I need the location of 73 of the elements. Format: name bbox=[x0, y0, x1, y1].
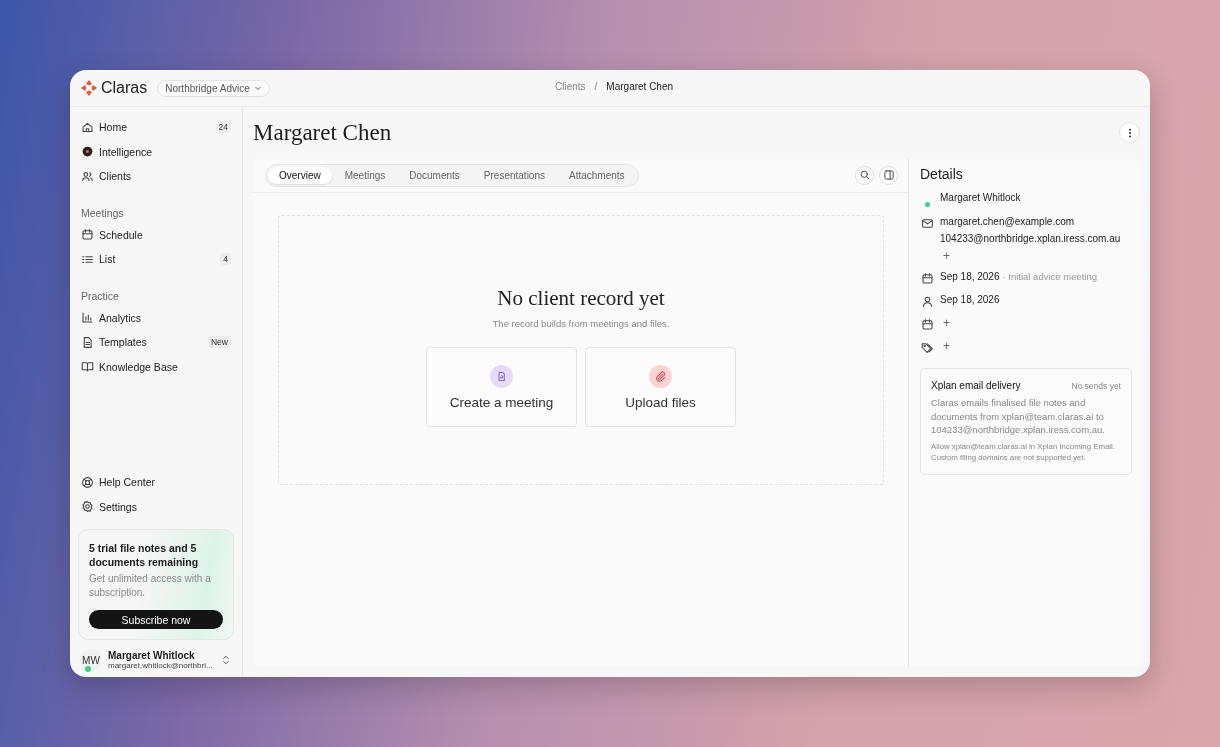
nav-item[interactable]: Settings bbox=[78, 494, 234, 519]
home-icon bbox=[81, 120, 94, 134]
tab[interactable]: Overview bbox=[268, 166, 332, 184]
delivery-text: Claras emails finalised file notes and documents from xplan@team.claras.ai to 104233@northbridge.xplan.iress.com.au. bbox=[931, 396, 1106, 437]
trial-title: 5 trial file notes and 5 documents remaining bbox=[89, 541, 200, 569]
person-icon bbox=[920, 295, 934, 308]
nav-item[interactable]: Analytics bbox=[78, 305, 234, 330]
trial-text: Get unlimited access with a subscription. bbox=[89, 572, 212, 600]
user-email: margaret.whitlock@northbri... bbox=[108, 661, 214, 670]
document-icon bbox=[81, 335, 94, 349]
nav-item[interactable]: Intelligence bbox=[78, 139, 234, 164]
tab[interactable]: Attachments bbox=[558, 166, 636, 184]
chevron-down-icon bbox=[253, 84, 262, 92]
nav-item[interactable]: Knowledge Base bbox=[78, 354, 234, 379]
action-card[interactable]: Create a meeting bbox=[426, 347, 577, 427]
bar-chart-icon bbox=[81, 311, 94, 325]
chevron-up-down-icon bbox=[220, 654, 232, 666]
action-card[interactable]: Upload files bbox=[585, 347, 736, 427]
meeting-date: Sep 18, 2026 bbox=[940, 271, 1000, 282]
add-button[interactable]: + bbox=[940, 340, 953, 352]
breadcrumb-separator: / bbox=[594, 81, 598, 92]
empty-title: No client record yet bbox=[497, 286, 665, 311]
contact-name: Margaret Whitlock bbox=[940, 192, 1021, 203]
delivery-title: Xplan email delivery bbox=[931, 380, 1021, 391]
lifebuoy-icon bbox=[81, 475, 94, 489]
nav-item[interactable]: Templates New bbox=[78, 330, 234, 355]
search-button[interactable] bbox=[855, 165, 874, 185]
people-icon bbox=[81, 169, 94, 183]
calendar-icon bbox=[920, 318, 934, 331]
user-menu[interactable]: MW Margaret Whitlock margaret.whitlock@northbri... bbox=[78, 649, 234, 671]
tab[interactable]: Presentations bbox=[472, 166, 556, 184]
paperclip-icon bbox=[654, 369, 667, 383]
section-heading: Meetings bbox=[80, 205, 125, 221]
tab[interactable]: Meetings bbox=[333, 166, 397, 184]
subscribe-button[interactable]: Subscribe now bbox=[89, 610, 223, 629]
empty-subtitle: The record builds from meetings and files. bbox=[492, 318, 670, 329]
add-button[interactable]: + bbox=[940, 250, 953, 262]
section-heading: Practice bbox=[80, 288, 120, 304]
page-title: Margaret Chen bbox=[253, 119, 392, 146]
avatar: MW bbox=[80, 649, 102, 671]
workspace-selector[interactable]: Northbridge Advice bbox=[157, 79, 270, 97]
tag-icon bbox=[920, 341, 934, 354]
nav-item[interactable]: Help Center bbox=[78, 470, 234, 495]
mail-icon bbox=[920, 217, 934, 230]
panel-toggle-button[interactable] bbox=[879, 165, 898, 185]
add-button[interactable]: + bbox=[940, 317, 953, 329]
breadcrumb-item[interactable]: Margaret Chen bbox=[606, 81, 674, 92]
tab[interactable]: Documents bbox=[398, 166, 471, 184]
count-badge: 4 bbox=[220, 253, 231, 266]
nav-item[interactable]: Home 24 bbox=[78, 115, 234, 140]
calendar-icon bbox=[81, 228, 94, 242]
meeting-note: · Initial advice meeting bbox=[1002, 271, 1098, 282]
date-text: Sep 18, 2026 bbox=[940, 294, 1000, 305]
settings-icon bbox=[81, 500, 94, 514]
count-badge: 24 bbox=[215, 121, 231, 134]
nav-item[interactable]: Schedule bbox=[78, 222, 234, 247]
user-name: Margaret Whitlock bbox=[108, 650, 196, 661]
nav-item[interactable]: Clients bbox=[78, 164, 234, 189]
sidebar-panel-icon bbox=[882, 169, 895, 181]
nav-item[interactable]: List 4 bbox=[78, 247, 234, 272]
details-title: Details bbox=[920, 166, 964, 182]
email-address: margaret.chen@example.com bbox=[940, 216, 1075, 227]
orb-icon bbox=[81, 145, 94, 159]
count-badge: New bbox=[208, 336, 231, 349]
delivery-status: No sends yet bbox=[1071, 381, 1121, 391]
email-address: 104233@northbridge.xplan.iress.com.au bbox=[940, 233, 1121, 244]
search-icon bbox=[858, 169, 871, 181]
brand-name: Claras bbox=[101, 79, 148, 97]
calendar-icon bbox=[920, 272, 934, 285]
book-icon bbox=[81, 360, 94, 374]
document-icon bbox=[495, 369, 508, 383]
more-button[interactable] bbox=[1119, 122, 1140, 143]
logo-icon bbox=[81, 80, 97, 96]
